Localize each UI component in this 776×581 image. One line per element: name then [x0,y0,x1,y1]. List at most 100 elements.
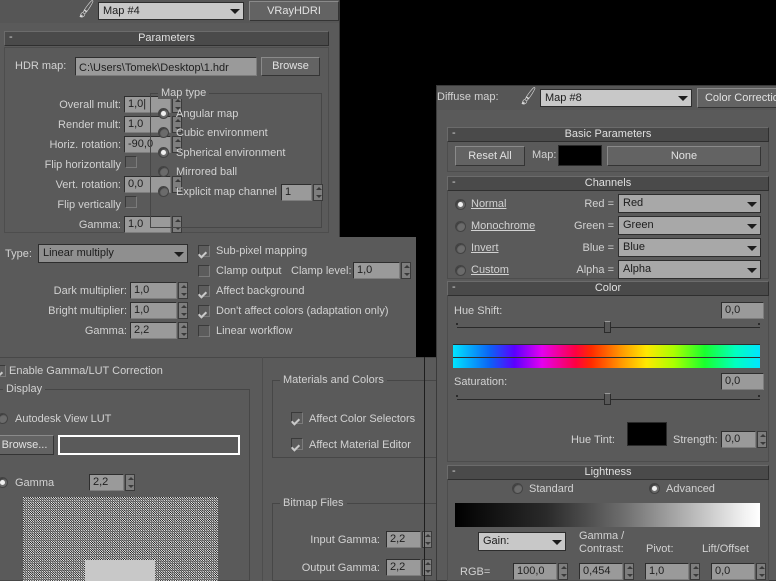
dark-multiplier-spinner[interactable] [178,282,188,299]
blue-channel-combo[interactable]: Blue [618,238,761,257]
chevron-down-icon [174,251,184,257]
rgb-row-label: RGB= [460,566,491,578]
rgb-gamma-field[interactable]: 0,454 [579,563,623,580]
basic-parameters-rollup-title[interactable]: - Basic Parameters [447,127,769,142]
input-gamma-label: Input Gamma: [310,534,380,546]
parameters-rollup-title[interactable]: - Parameters [4,31,329,46]
type-combo[interactable]: Linear multiply [38,244,188,263]
strength-field[interactable]: 0,0 [721,431,756,448]
hue-tint-swatch[interactable] [627,422,667,446]
lightness-gradient-bar-bottom [455,516,760,527]
radio-angular-map[interactable] [158,108,169,119]
lut-path-field[interactable] [58,435,240,455]
color-correction-window: Diffuse map: 🖌 Map #8 Color Correction -… [436,85,776,581]
diffuse-map-label: Diffuse map: [437,91,499,103]
lightness-rollup-title[interactable]: - Lightness [447,465,769,480]
color-rollup-title[interactable]: - Color [447,281,769,296]
label-lightness-standard: Standard [529,483,574,495]
explicit-map-channel-field[interactable]: 1 [281,184,312,201]
channels-rollup-title[interactable]: - Channels [447,176,769,191]
eyedropper-icon[interactable]: 🖌 [76,0,98,20]
display-gamma-spinner[interactable] [125,474,135,491]
map-type-button[interactable]: VRayHDRI [249,1,339,21]
hue-gradient-bar-top [453,344,760,357]
display-gamma-field[interactable]: 2,2 [89,474,124,491]
radio-channel-invert[interactable] [455,243,466,254]
hue-shift-slider-right-end [758,323,760,325]
lightness-mode-combo[interactable]: Gain: [478,532,566,551]
map-color-swatch[interactable] [558,145,602,166]
label-channel-custom: Custom [471,264,509,276]
affect-color-selectors-checkbox[interactable] [291,412,303,424]
bright-multiplier-spinner[interactable] [178,302,188,319]
saturation-slider-left-end [456,395,458,397]
flip-horizontally-checkbox[interactable] [125,156,137,168]
clamp-level-spinner[interactable] [401,262,411,279]
clamp-output-checkbox[interactable] [198,265,210,277]
affect-material-editor-checkbox[interactable] [291,438,303,450]
dark-multiplier-field[interactable]: 1,0 [130,282,177,299]
rgb-gain-spinner[interactable] [558,563,568,580]
radio-channel-normal[interactable] [455,199,466,210]
enable-gamma-lut-checkbox[interactable] [0,365,6,377]
input-gamma-field[interactable]: 2,2 [386,531,421,548]
radio-channel-monochrome[interactable] [455,221,466,232]
map-name-combo[interactable]: Map #4 [98,2,244,20]
bright-multiplier-field[interactable]: 1,0 [130,302,177,319]
red-channel-combo[interactable]: Red [618,194,761,213]
clamp-level-field[interactable]: 1,0 [353,262,400,279]
eyedropper-icon[interactable]: 🖌 [518,86,540,106]
rgb-gamma-spinner[interactable] [624,563,634,580]
radio-spherical-environment[interactable] [158,147,169,158]
output-gamma-field[interactable]: 2,2 [386,559,421,576]
chevron-down-icon [678,96,688,101]
radio-channel-custom[interactable] [455,265,466,276]
lightness-gradient-bar-top [455,503,760,516]
desktop-backdrop-midgap [340,85,436,237]
hdr-map-label: HDR map: [15,60,67,72]
basic-parameters-rollup-label: Basic Parameters [564,128,652,140]
rgb-pivot-field[interactable]: 1,0 [645,563,689,580]
label-autodesk-view-lut: Autodesk View LUT [15,413,112,425]
radio-lightness-advanced[interactable] [649,483,660,494]
saturation-field[interactable]: 0,0 [721,373,764,390]
strength-spinner[interactable] [757,431,767,448]
alpha-channel-combo[interactable]: Alpha [618,260,761,279]
rgb-lift-field[interactable]: 0,0 [711,563,755,580]
radio-explicit-map-channel[interactable] [158,186,169,197]
hue-shift-slider-thumb[interactable] [604,321,611,333]
chevron-down-icon [747,201,757,207]
color-correction-type-button[interactable]: Color Correction [697,88,776,108]
rgb-pivot-spinner[interactable] [690,563,700,580]
hue-shift-slider-left-end [456,323,458,325]
map-name-value: Map #4 [103,5,140,17]
radio-mirrored-ball[interactable] [158,166,169,177]
flip-vertically-checkbox[interactable] [125,196,137,208]
explicit-map-channel-spinner[interactable] [313,184,323,201]
browse-button[interactable]: Browse [261,57,320,76]
affect-background-checkbox[interactable] [198,285,210,297]
linear-workflow-checkbox[interactable] [198,325,210,337]
reset-all-button[interactable]: Reset All [455,146,525,166]
vert-rotation-label: Vert. rotation: [55,179,121,191]
rgb-lift-spinner[interactable] [756,563,766,580]
radio-cubic-environment[interactable] [158,127,169,138]
dont-affect-colors-checkbox[interactable] [198,305,210,317]
saturation-slider-thumb[interactable] [604,393,611,405]
sub-pixel-mapping-checkbox[interactable] [198,245,210,257]
hue-shift-field[interactable]: 0,0 [721,302,764,319]
hdr-map-path-field[interactable]: C:\Users\Tomek\Desktop\1.hdr [75,57,257,76]
map-none-button[interactable]: None [607,146,761,166]
rgb-gain-field[interactable]: 100,0 [513,563,557,580]
lut-browse-button[interactable]: Browse... [0,435,54,455]
chevron-down-icon [747,223,757,229]
saturation-slider-right-end [758,395,760,397]
tone-gamma-spinner[interactable] [178,322,188,339]
gamma-preview-center-patch [85,560,155,581]
radio-lightness-standard[interactable] [512,483,523,494]
collapse-icon: - [452,465,456,477]
tone-gamma-field[interactable]: 2,2 [130,322,177,339]
gamma-contrast-label-line1: Gamma / [579,530,625,542]
green-channel-combo[interactable]: Green [618,216,761,235]
diffuse-map-combo[interactable]: Map #8 [540,89,692,107]
